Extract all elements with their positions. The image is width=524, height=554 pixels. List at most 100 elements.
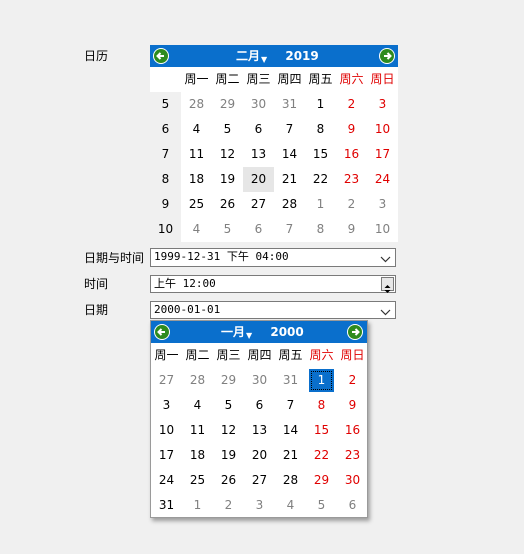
month-calendar[interactable]: 二月▼ 2019 周一 周二 周三 周四 周五 周六 周日 5 6 7 8 9 10 28 29 30 31 1 2… <box>150 45 398 242</box>
date-value[interactable]: 2000-01-01 <box>154 303 220 316</box>
datetime-picker[interactable]: 1999-12-31 下午 04:00 <box>150 248 396 267</box>
day-cell[interactable]: 24 <box>151 468 182 493</box>
arrow-right-icon[interactable] <box>347 324 363 340</box>
month-selector[interactable]: 二月▼ <box>236 49 267 64</box>
month-selector[interactable]: 一月▼ <box>221 325 252 340</box>
day-cell[interactable]: 15 <box>306 418 337 443</box>
day-cell[interactable]: 13 <box>243 142 274 167</box>
day-cell[interactable]: 16 <box>336 142 367 167</box>
day-cell[interactable]: 27 <box>244 468 275 493</box>
day-cell[interactable]: 5 <box>212 117 243 142</box>
day-cell[interactable]: 2 <box>213 493 244 518</box>
day-cell[interactable]: 17 <box>151 443 182 468</box>
day-cell[interactable]: 31 <box>274 92 305 117</box>
spin-down-icon[interactable] <box>382 284 393 293</box>
time-spinner[interactable] <box>381 277 394 293</box>
day-cell[interactable]: 12 <box>212 142 243 167</box>
day-cell[interactable]: 6 <box>244 393 275 418</box>
day-cell[interactable]: 21 <box>275 443 306 468</box>
day-cell[interactable]: 5 <box>306 493 337 518</box>
day-cell[interactable]: 14 <box>274 142 305 167</box>
day-cell[interactable]: 10 <box>367 117 398 142</box>
day-cell[interactable]: 2 <box>336 92 367 117</box>
day-cell[interactable]: 9 <box>336 117 367 142</box>
day-cell[interactable]: 1 <box>305 92 336 117</box>
day-cell[interactable]: 31 <box>275 368 306 393</box>
day-cell[interactable]: 6 <box>337 493 368 518</box>
day-cell[interactable]: 26 <box>212 192 243 217</box>
day-cell[interactable]: 10 <box>367 217 398 242</box>
day-cell[interactable]: 9 <box>336 217 367 242</box>
day-cell[interactable]: 28 <box>275 468 306 493</box>
day-cell[interactable]: 5 <box>213 393 244 418</box>
day-cell[interactable]: 29 <box>213 368 244 393</box>
day-cell[interactable]: 11 <box>182 418 213 443</box>
day-cell[interactable]: 15 <box>305 142 336 167</box>
day-cell[interactable]: 2 <box>337 368 368 393</box>
day-cell[interactable]: 22 <box>305 167 336 192</box>
arrow-left-icon[interactable] <box>154 324 170 340</box>
day-cell[interactable]: 19 <box>212 167 243 192</box>
arrow-left-icon[interactable] <box>153 48 169 64</box>
day-cell[interactable]: 7 <box>274 217 305 242</box>
day-cell[interactable]: 20 <box>244 443 275 468</box>
day-cell[interactable]: 20 <box>243 167 274 192</box>
arrow-right-icon[interactable] <box>379 48 395 64</box>
day-cell[interactable]: 4 <box>181 117 212 142</box>
day-cell[interactable]: 1 <box>182 493 213 518</box>
day-cell[interactable]: 1 <box>305 192 336 217</box>
day-cell[interactable]: 3 <box>367 92 398 117</box>
day-cell[interactable]: 27 <box>151 368 182 393</box>
day-cell[interactable]: 30 <box>337 468 368 493</box>
datetime-value[interactable]: 1999-12-31 下午 04:00 <box>154 250 289 263</box>
day-cell[interactable]: 16 <box>337 418 368 443</box>
day-cell[interactable]: 17 <box>367 142 398 167</box>
day-cell[interactable]: 24 <box>367 167 398 192</box>
day-cell[interactable]: 5 <box>212 217 243 242</box>
day-cell[interactable]: 13 <box>244 418 275 443</box>
chevron-down-icon[interactable] <box>380 252 391 268</box>
day-cell[interactable]: 29 <box>212 92 243 117</box>
day-cell[interactable]: 18 <box>181 167 212 192</box>
day-cell[interactable]: 28 <box>181 92 212 117</box>
day-cell[interactable]: 7 <box>274 117 305 142</box>
year-label[interactable]: 2000 <box>270 325 303 339</box>
chevron-down-icon[interactable] <box>380 305 391 321</box>
day-cell[interactable]: 28 <box>182 368 213 393</box>
day-cell[interactable]: 4 <box>182 393 213 418</box>
day-cell[interactable]: 3 <box>151 393 182 418</box>
day-cell[interactable]: 30 <box>243 92 274 117</box>
day-cell[interactable]: 22 <box>306 443 337 468</box>
day-cell[interactable]: 11 <box>181 142 212 167</box>
day-cell[interactable]: 12 <box>213 418 244 443</box>
day-cell[interactable]: 6 <box>243 117 274 142</box>
year-label[interactable]: 2019 <box>285 49 318 63</box>
day-cell[interactable]: 10 <box>151 418 182 443</box>
day-cell[interactable]: 2 <box>336 192 367 217</box>
day-cell[interactable]: 25 <box>181 192 212 217</box>
day-cell[interactable]: 30 <box>244 368 275 393</box>
date-dropdown-calendar[interactable]: 一月▼ 2000 周一 周二 周三 周四 周五 周六 周日 27 28 29 30 31 1 2 3 4 5 6 7… <box>150 320 368 518</box>
time-picker[interactable]: 上午 12:00 <box>150 275 396 293</box>
day-cell[interactable]: 4 <box>275 493 306 518</box>
day-cell[interactable]: 3 <box>244 493 275 518</box>
date-picker[interactable]: 2000-01-01 <box>150 301 396 319</box>
day-cell[interactable]: 27 <box>243 192 274 217</box>
day-cell[interactable]: 7 <box>275 393 306 418</box>
day-cell[interactable]: 9 <box>337 393 368 418</box>
day-cell[interactable]: 23 <box>336 167 367 192</box>
day-cell[interactable]: 8 <box>305 117 336 142</box>
time-value[interactable]: 上午 12:00 <box>154 277 216 290</box>
day-cell[interactable]: 1 <box>309 369 334 392</box>
day-cell[interactable]: 28 <box>274 192 305 217</box>
day-cell[interactable]: 31 <box>151 493 182 518</box>
day-cell[interactable]: 14 <box>275 418 306 443</box>
day-cell[interactable]: 8 <box>305 217 336 242</box>
day-cell[interactable]: 25 <box>182 468 213 493</box>
day-cell[interactable]: 4 <box>181 217 212 242</box>
day-cell[interactable]: 21 <box>274 167 305 192</box>
day-cell[interactable]: 3 <box>367 192 398 217</box>
day-cell[interactable]: 8 <box>306 393 337 418</box>
day-cell[interactable]: 6 <box>243 217 274 242</box>
day-cell[interactable]: 19 <box>213 443 244 468</box>
